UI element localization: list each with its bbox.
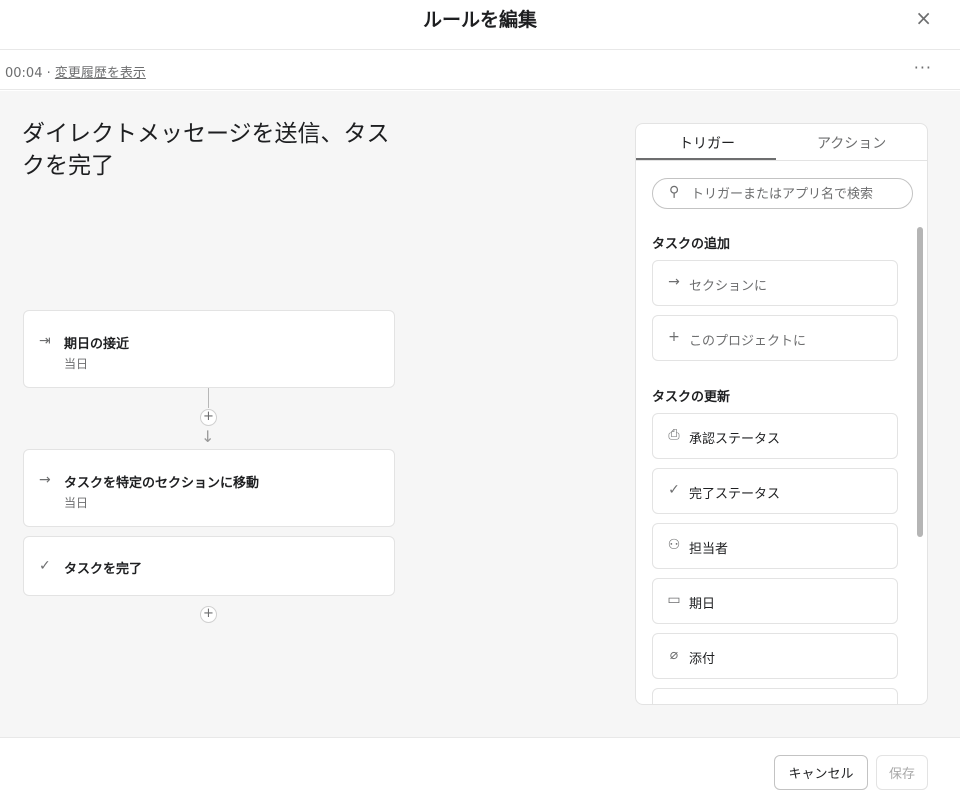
option-label: 完了ステータス [689,487,781,502]
option-label: 期日 [689,597,716,612]
option-assignee[interactable]: ⚇ 担当者 [652,523,898,569]
panel-scrollbar[interactable] [917,227,923,537]
option-label: 添付 [689,652,716,667]
paperclip-icon: ⌀ [669,647,679,663]
check-circle-icon: ✓ [668,482,680,498]
plus-icon: + [668,329,680,345]
due-date-approaching-icon: ⇥ [39,333,51,349]
tab-action[interactable]: アクション [817,133,886,153]
panel-tabs: トリガー アクション [636,124,927,161]
option-approval-status[interactable]: ⎙ 承認ステータス [652,413,898,459]
trigger-card[interactable]: ⇥ 期日の接近 当日 [23,310,395,388]
rule-name[interactable]: ダイレクトメッセージを送信、タスクを完了 [22,118,392,182]
view-history-link[interactable]: 変更履歴を表示 [55,66,146,81]
search-input[interactable] [691,184,906,204]
action-title: タスクを特定のセクションに移動 [64,476,260,491]
action-card-move-section[interactable]: → タスクを特定のセクションに移動 当日 [23,449,395,527]
tab-trigger[interactable]: トリガー [679,133,735,153]
calendar-icon: ▭ [667,592,681,608]
add-step-button[interactable]: + [200,606,217,623]
save-button[interactable]: 保存 [876,755,928,790]
trigger-subtitle: 当日 [64,357,89,371]
trigger-search[interactable]: ⚲ [652,178,913,209]
option-to-project[interactable]: + このプロジェクトに [652,315,898,361]
option-partial[interactable] [652,688,898,704]
search-icon: ⚲ [669,184,680,200]
dialog-title: ルールを編集 [422,9,537,31]
option-attachment[interactable]: ⌀ 添付 [652,633,898,679]
last-edited-time: 00:04 · [5,66,55,81]
cancel-button[interactable]: キャンセル [774,755,868,790]
option-label: セクションに [689,279,768,294]
arrow-right-icon: → [668,274,680,290]
action-subtitle: 当日 [64,496,89,510]
arrow-right-icon: → [39,472,51,488]
active-tab-indicator [636,158,776,160]
trigger-picker-panel: トリガー アクション ⚲ タスクの追加 → セクションに + このプロジェクトに… [635,123,928,705]
option-label: このプロジェクトに [689,334,807,349]
history-bar: 00:04 · 変更履歴を表示 ··· [0,50,960,90]
trigger-title: 期日の接近 [64,337,130,352]
dialog-footer: キャンセル 保存 [0,737,960,801]
add-step-button[interactable]: + [200,409,217,426]
action-card-complete-task[interactable]: ✓ タスクを完了 [23,536,395,596]
action-title: タスクを完了 [64,562,143,577]
more-options-icon[interactable]: ··· [914,58,932,77]
option-label: 担当者 [689,542,729,557]
connector-line [208,388,209,408]
section-label-add-task: タスクの追加 [652,237,731,252]
close-icon[interactable]: × [915,6,932,30]
section-label-update-task: タスクの更新 [652,390,731,405]
dialog-header: ルールを編集 × [0,0,960,50]
history-info: 00:04 · 変更履歴を表示 [5,62,146,81]
approval-stamp-icon: ⎙ [668,427,680,443]
option-due-date[interactable]: ▭ 期日 [652,578,898,624]
option-label: 承認ステータス [689,432,781,447]
person-icon: ⚇ [667,537,681,553]
check-circle-icon: ✓ [39,558,51,574]
option-completion-status[interactable]: ✓ 完了ステータス [652,468,898,514]
option-to-section[interactable]: → セクションに [652,260,898,306]
arrow-down-icon: ↓ [201,427,215,446]
